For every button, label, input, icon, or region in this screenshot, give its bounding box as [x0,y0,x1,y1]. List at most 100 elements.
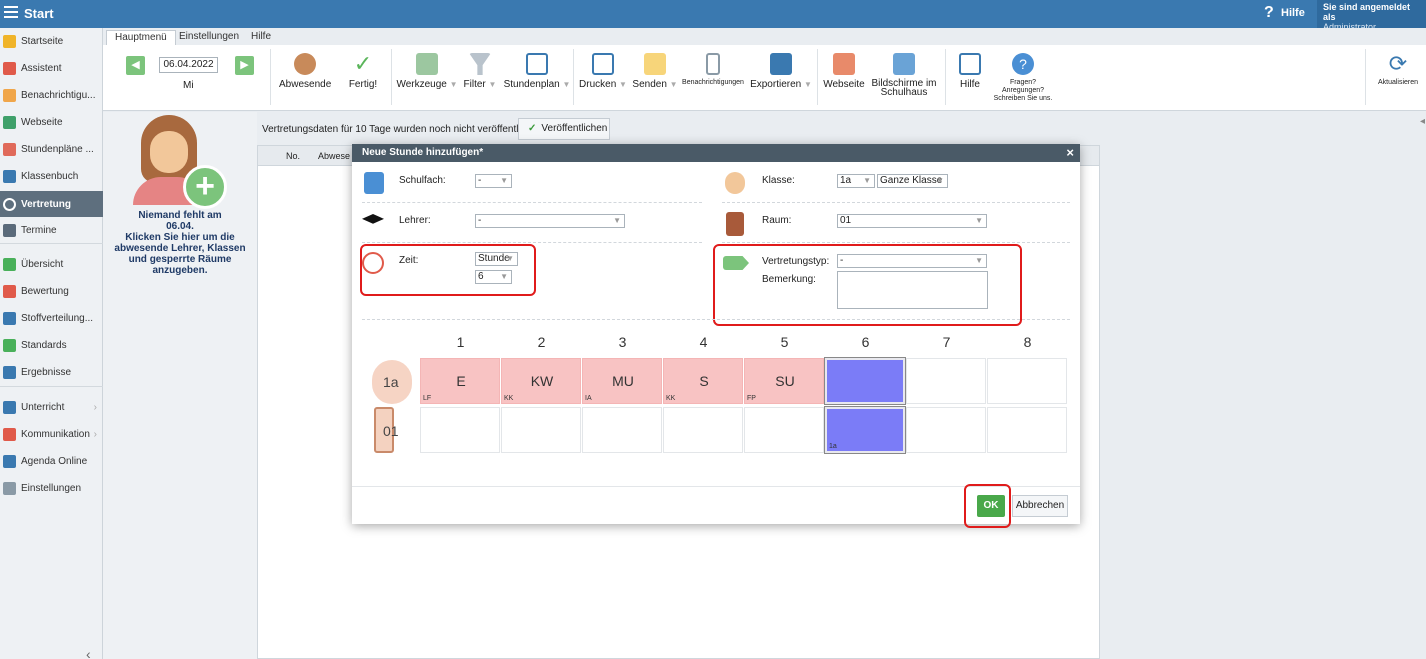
raum-label: Raum: [762,215,792,226]
check-icon: ✓ [528,123,537,134]
sidebar-item[interactable]: Stundenpläne ... [0,136,103,162]
sidebar-item[interactable]: Bewertung [0,278,103,304]
refresh-icon: ⟳ [1388,51,1408,76]
close-icon[interactable]: × [1066,145,1074,160]
timetable-cell[interactable] [663,407,743,453]
help-icon[interactable]: ? [1264,4,1274,22]
top-bar: Start ? Hilfe Sie sind angemeldet als Ad… [0,0,1426,32]
fertig-button[interactable]: ✓ Fertig! [343,53,383,91]
star-icon [3,34,16,48]
publish-notice: Vertretungsdaten für 10 Tage wurden noch… [262,124,537,135]
row-label-room: 01 [383,423,399,439]
timetable-cell[interactable] [906,407,986,453]
publish-button[interactable]: ✓ Veröffentlichen [518,118,610,140]
timetable-cell[interactable]: SU FP [744,358,824,404]
date-field[interactable]: 06.04.2022 [159,57,218,73]
door-icon [726,212,744,236]
abwesende-button[interactable]: Abwesende [279,53,331,90]
tab-hilfe[interactable]: Hilfe [243,30,279,45]
schulfach-select[interactable]: - ▼ [475,174,512,188]
timetable-cell[interactable] [420,407,500,453]
sidebar-item[interactable]: Einstellungen [0,475,103,501]
absence-msg-line: Niemand fehlt am [138,210,222,221]
ribbon-toolbar: ◀ 06.04.2022 ▶ Mi Abwesende ✓ Fertig! We… [103,45,1426,111]
timetable-cell[interactable]: KW KK [501,358,581,404]
bildschirme-button[interactable]: Bildschirme im Schulhaus [871,53,937,98]
sidebar-item[interactable]: Benachrichtigu... [0,82,103,108]
sidebar-item[interactable]: Vertretung [0,191,103,217]
sidebar-item[interactable]: Standards [0,332,103,358]
absence-panel[interactable]: + Niemand fehlt am 06.04. Klicken Sie hi… [103,112,257,659]
werkzeuge-button[interactable]: Werkzeuge ▼ [396,53,458,90]
drucken-dropdown-icon: ▼ [619,80,627,89]
timetable-cell[interactable] [987,358,1067,404]
timetable-cell[interactable]: MU IA [582,358,662,404]
sidebar-item[interactable]: Kommunikation › [0,421,103,447]
filter-label: Filter [463,79,486,90]
absence-msg-line: 06.04. [166,221,194,232]
sidebar-item[interactable]: Agenda Online [0,448,103,474]
klasse-scope-select[interactable]: Ganze Klasse ▼ [877,174,948,188]
cancel-button[interactable]: Abbrechen [1012,495,1068,517]
sidebar-item[interactable]: Termine [0,217,103,243]
webseite-label: Webseite [823,79,865,90]
aktualisieren-button[interactable]: ⟳ Aktualisieren [1376,51,1420,87]
senden-button[interactable]: Senden ▼ [632,53,678,90]
benachrichtigungen-button[interactable]: Benachrichtigungen [681,53,745,86]
cell-subject: E [456,373,466,389]
filter-button[interactable]: Filter ▼ [462,53,498,90]
next-day-button[interactable]: ▶ [235,56,254,75]
sidebar-item[interactable]: Startseite [0,28,103,54]
col-abwesend[interactable]: Abwese [318,151,350,161]
login-info[interactable]: Sie sind angemeldet als Administrator [1317,0,1426,32]
sidebar-item[interactable]: Klassenbuch [0,163,103,189]
klasse-select[interactable]: 1a ▼ [837,174,875,188]
scroll-indicator-icon[interactable]: ◂ [1420,116,1425,127]
timetable-cell[interactable] [744,407,824,453]
hamburger-menu-icon[interactable] [4,6,18,20]
vertretungstyp-highlight [713,244,1022,326]
sidebar-item[interactable]: Unterricht › [0,394,103,420]
add-absence-avatar-icon[interactable]: + [133,115,227,215]
prev-day-button[interactable]: ◀ [126,56,145,75]
timetable-cell[interactable] [582,407,662,453]
ok-highlight [964,484,1011,528]
drucken-button[interactable]: Drucken ▼ [579,53,627,90]
absence-message[interactable]: Niemand fehlt am 06.04. Klicken Sie hier… [109,210,251,276]
stundenplan-button[interactable]: Stundenplan ▼ [503,53,571,90]
sidebar-item[interactable]: Ergebnisse [0,359,103,385]
sidebar-item[interactable]: Stoffverteilung... [0,305,103,331]
zeit-highlight [360,244,536,296]
sidebar-item[interactable]: Webseite [0,109,103,135]
col-no[interactable]: No. [286,151,300,161]
timetable-cell[interactable] [987,407,1067,453]
timetable-cell[interactable] [825,358,905,404]
tab-hauptmenue[interactable]: Hauptmenü [106,30,176,45]
person-icon [3,197,16,211]
feedback-button[interactable]: ? Fragen? Anregungen? Schreiben Sie uns. [991,53,1055,103]
timetable-cell[interactable] [501,407,581,453]
tab-einstellungen[interactable]: Einstellungen [171,30,247,45]
raum-select[interactable]: 01 ▼ [837,214,987,228]
timetable-cell[interactable]: E LF [420,358,500,404]
timetable-cell[interactable]: S KK [663,358,743,404]
timetable-cell[interactable]: 1a [825,407,905,453]
hilfe-button[interactable]: Hilfe [952,53,988,90]
chat-icon [3,427,16,441]
help-link[interactable]: Hilfe [1281,7,1305,19]
collapse-sidebar-icon[interactable]: ‹ [86,646,91,659]
sidebar-item[interactable]: Übersicht [0,251,103,277]
sidebar-item-label: Ergebnisse [21,366,72,378]
sidebar-item-label: Vertretung [21,198,72,210]
sidebar-item-label: Termine [21,224,57,236]
exportieren-button[interactable]: Exportieren ▼ [749,53,813,90]
sidebar-item[interactable]: Assistent [0,55,103,81]
webseite-button[interactable]: Webseite [821,53,867,90]
dialog-title-text: Neue Stunde hinzufügen* [362,147,484,158]
timetable-cell[interactable] [906,358,986,404]
lehrer-select[interactable]: - ▼ [475,214,625,228]
sidebar-item-label: Übersicht [21,258,64,270]
folder-icon [3,311,16,325]
bar-chart-icon [3,365,16,379]
absent-person-icon [294,53,316,75]
